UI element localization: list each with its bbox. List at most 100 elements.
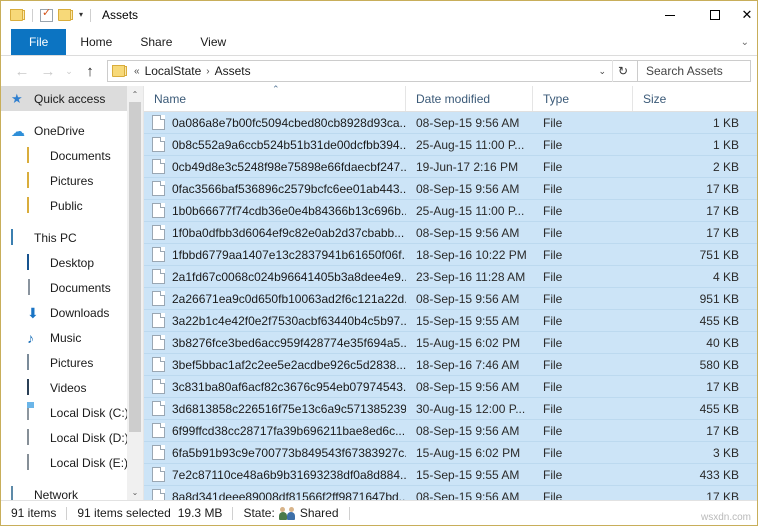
tab-share[interactable]: Share — [126, 29, 186, 55]
folder-icon — [27, 171, 43, 189]
sidebar-label: Music — [50, 330, 82, 345]
table-row[interactable]: 3a22b1c4e42f0e2f7530acbf63440b4c5b97... 1… — [144, 310, 757, 332]
sidebar-label: Quick access — [34, 91, 106, 106]
scrollbar-track[interactable] — [127, 102, 143, 484]
table-row[interactable]: 3b8276fce3bed6acc959f428774e35f694a5... 1… — [144, 332, 757, 354]
table-row[interactable]: 1f0ba0dfbb3d6064ef9c82e0ab2d37cbabb... 08… — [144, 222, 757, 244]
cell-name: 2a26671ea9c0d650fb10063ad2f6c121a22d... — [144, 291, 406, 306]
table-row[interactable]: 8a8d341deee89008df81566f2ff9871647bd... 0… — [144, 486, 757, 500]
new-folder-icon[interactable] — [58, 9, 73, 21]
cell-size: 4 KB — [712, 269, 739, 284]
watermark: wsxdn.com — [700, 512, 751, 523]
back-button[interactable]: ← — [9, 58, 35, 84]
sidebar-item-this-pc[interactable]: This PC — [1, 225, 127, 250]
cell-name: 3b8276fce3bed6acc959f428774e35f694a5... — [144, 335, 406, 350]
maximize-button[interactable] — [692, 1, 737, 29]
table-row[interactable]: 6f99ffcd38cc28717fa39b696211bae8ed6c... 0… — [144, 420, 757, 442]
path-overflow-icon[interactable]: « — [132, 66, 142, 77]
cell-size: 455 KB — [699, 401, 739, 416]
file-icon — [152, 225, 165, 240]
address-bar: ← → ⌄ ↑ « LocalState › Assets ⌄ ↻ Search… — [1, 56, 757, 86]
cell-name: 1f0ba0dfbb3d6064ef9c82e0ab2d37cbabb... — [144, 225, 406, 240]
sidebar-item-desktop[interactable]: Desktop — [1, 250, 127, 275]
folder-icon[interactable] — [10, 9, 25, 21]
cell-date-modified: 08-Sep-15 9:56 AM — [416, 115, 520, 130]
recent-locations-button[interactable]: ⌄ — [61, 58, 77, 84]
sidebar-item-downloads[interactable]: ⬇ Downloads — [1, 300, 127, 325]
ribbon-collapse-chevron-icon[interactable]: ⌄ — [741, 29, 749, 55]
cell-name: 0fac3566baf536896c2579bcfc6ee01ab443... — [144, 181, 406, 196]
table-row[interactable]: 3d6813858c226516f75e13c6a9c571385239... 3… — [144, 398, 757, 420]
cell-size: 3 KB — [712, 445, 739, 460]
cell-name: 6f99ffcd38cc28717fa39b696211bae8ed6c... — [144, 423, 406, 438]
tab-view[interactable]: View — [186, 29, 240, 55]
tab-home[interactable]: Home — [66, 29, 126, 55]
close-button[interactable]: ✕ — [737, 1, 757, 29]
cell-type: File — [543, 203, 563, 218]
sidebar-item-documents[interactable]: Documents — [1, 275, 127, 300]
table-row[interactable]: 7e2c87110ce48a6b9b31693238df0a8d884... 15… — [144, 464, 757, 486]
sidebar-item-network[interactable]: Network — [1, 482, 127, 500]
tab-file[interactable]: File — [11, 29, 67, 55]
search-input[interactable]: Search Assets — [638, 60, 751, 82]
cell-date-modified: 23-Sep-16 11:28 AM — [416, 269, 526, 284]
minimize-button[interactable] — [647, 1, 692, 29]
cell-size: 455 KB — [699, 313, 739, 328]
forward-button[interactable]: → — [35, 58, 61, 84]
column-header-name[interactable]: Name ⌃ — [144, 84, 406, 111]
cell-type: File — [543, 401, 563, 416]
cell-type: File — [543, 467, 563, 482]
table-row[interactable]: 0fac3566baf536896c2579bcfc6ee01ab443... 0… — [144, 178, 757, 200]
properties-icon[interactable] — [40, 7, 53, 22]
file-rows: 0a086a8e7b00fc5094cbed80cb8928d93ca... 08… — [144, 112, 757, 500]
table-row[interactable]: 0a086a8e7b00fc5094cbed80cb8928d93ca... 08… — [144, 112, 757, 134]
table-row[interactable]: 2a26671ea9c0d650fb10063ad2f6c121a22d... 0… — [144, 288, 757, 310]
column-header-size[interactable]: Size — [633, 86, 757, 111]
column-header-date-modified[interactable]: Date modified — [406, 86, 533, 111]
scrollbar-thumb[interactable] — [129, 102, 141, 432]
table-row[interactable]: 0b8c552a9a6ccb524b51b31de00dcfbb394... 25… — [144, 134, 757, 156]
table-row[interactable]: 1fbbd6779aa1407e13c2837941b61650f06f... 1… — [144, 244, 757, 266]
address-path-field[interactable]: « LocalState › Assets ⌄ ↻ — [107, 60, 638, 82]
table-row[interactable]: 3bef5bbac1af2c2ee5e2acdbe926c5d2838... 18… — [144, 354, 757, 376]
ribbon-tabs: File Home Share View ⌄ — [1, 29, 757, 56]
sidebar-item-music[interactable]: ♪ Music — [1, 325, 127, 350]
table-row[interactable]: 6fa5b91b93c9e700773b849543f67383927c... 1… — [144, 442, 757, 464]
sidebar-item-local-disk-c[interactable]: Local Disk (C:) — [1, 400, 127, 425]
status-item-count: 91 items — [11, 506, 57, 520]
cell-date-modified: 08-Sep-15 9:56 AM — [416, 379, 520, 394]
cell-type: File — [543, 445, 563, 460]
cell-type: File — [543, 269, 563, 284]
sidebar-item-onedrive-documents[interactable]: Documents — [1, 143, 127, 168]
scroll-up-icon[interactable]: ⌃ — [127, 86, 143, 102]
file-icon — [152, 159, 165, 174]
table-row[interactable]: 1b0b66677f74cdb36e0e4b84366b13c696b... 25… — [144, 200, 757, 222]
file-name-label: 3d6813858c226516f75e13c6a9c571385239... — [172, 401, 406, 416]
sidebar-item-quick-access[interactable]: ★ Quick access — [1, 86, 127, 111]
refresh-icon[interactable]: ↻ — [612, 60, 633, 82]
cell-name: 0a086a8e7b00fc5094cbed80cb8928d93ca... — [144, 115, 406, 130]
up-button[interactable]: ↑ — [77, 58, 103, 84]
file-icon — [152, 181, 165, 196]
cell-size: 951 KB — [699, 291, 739, 306]
table-row[interactable]: 0cb49d8e3c5248f98e75898e66fdaecbf247... 1… — [144, 156, 757, 178]
sidebar-item-local-disk-e[interactable]: Local Disk (E:) — [1, 450, 127, 475]
sidebar-item-onedrive[interactable]: ☁ OneDrive — [1, 118, 127, 143]
table-row[interactable]: 3c831ba80af6acf82c3676c954eb07974543... 0… — [144, 376, 757, 398]
sidebar-item-pictures[interactable]: Pictures — [1, 350, 127, 375]
column-header-type[interactable]: Type — [533, 86, 633, 111]
sidebar-item-onedrive-pictures[interactable]: Pictures — [1, 168, 127, 193]
address-dropdown-icon[interactable]: ⌄ — [592, 66, 612, 77]
chevron-down-icon[interactable]: ▾ — [79, 11, 83, 19]
scroll-down-icon[interactable]: ⌄ — [127, 484, 143, 500]
table-row[interactable]: 2a1fd67c0068c024b96641405b3a8dee4e9... 23… — [144, 266, 757, 288]
sidebar-label: Local Disk (D:) — [50, 430, 127, 445]
sidebar-item-videos[interactable]: Videos — [1, 375, 127, 400]
sidebar-item-onedrive-public[interactable]: Public — [1, 193, 127, 218]
sidebar-label: This PC — [34, 230, 77, 245]
breadcrumb-localstate[interactable]: LocalState — [142, 64, 205, 78]
sidebar-item-local-disk-d[interactable]: Local Disk (D:) — [1, 425, 127, 450]
file-icon — [152, 401, 165, 416]
breadcrumb-assets[interactable]: Assets — [212, 64, 254, 78]
navigation-scrollbar[interactable]: ⌃ ⌄ — [127, 86, 143, 500]
